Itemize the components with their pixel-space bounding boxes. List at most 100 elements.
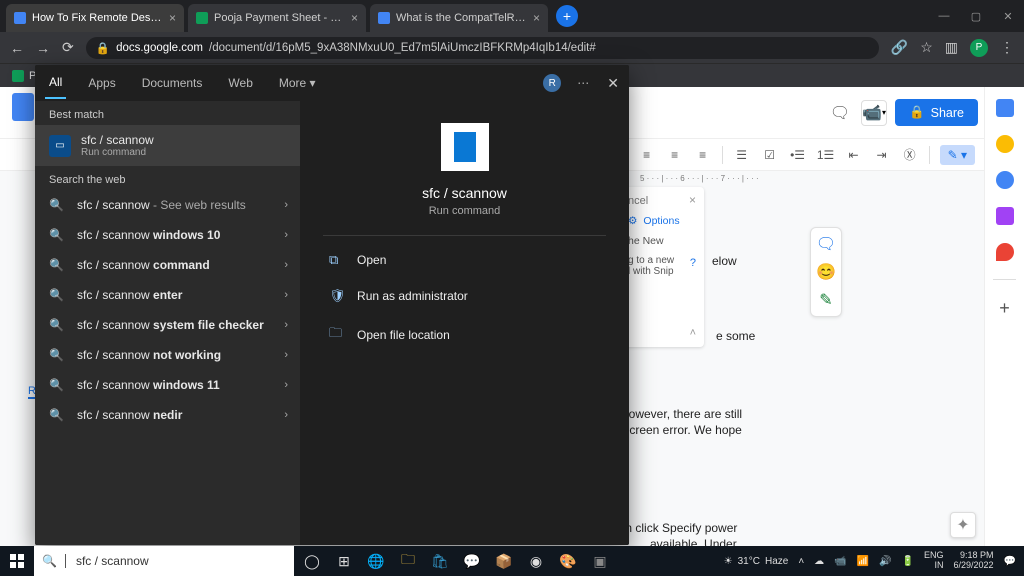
close-tab-icon[interactable]: × xyxy=(169,11,176,25)
web-result[interactable]: 🔍sfc / scannow command› xyxy=(35,250,300,280)
doc-text: l with Snip xyxy=(628,266,696,277)
edge-icon[interactable]: 🌐 xyxy=(362,546,390,576)
web-result[interactable]: 🔍sfc / scannow system file checker› xyxy=(35,310,300,340)
app-icon[interactable]: ▣ xyxy=(586,546,614,576)
shield-icon: 🛡 xyxy=(329,288,345,304)
maximize-icon[interactable]: ▢ xyxy=(960,0,992,32)
search-tab-apps[interactable]: Apps xyxy=(84,68,119,98)
explorer-icon[interactable]: 🗀 xyxy=(394,546,422,576)
weather-widget[interactable]: ☀ 31°C Haze xyxy=(724,556,789,567)
tray-chevron-icon[interactable]: ˄ xyxy=(798,556,804,567)
add-addon-icon[interactable]: + xyxy=(999,298,1010,319)
contacts-icon[interactable] xyxy=(996,207,1014,225)
close-tab-icon[interactable]: × xyxy=(351,11,358,25)
paint-icon[interactable]: 🎨 xyxy=(554,546,582,576)
onedrive-icon[interactable]: ☁ xyxy=(814,556,824,567)
browser-tab[interactable]: Pooja Payment Sheet - Google Sh × xyxy=(188,4,366,32)
cortana-icon[interactable]: ◯ xyxy=(298,546,326,576)
close-icon[interactable]: × xyxy=(689,193,696,207)
chrome-icon[interactable]: ◉ xyxy=(522,546,550,576)
web-result[interactable]: 🔍sfc / scannow windows 10› xyxy=(35,220,300,250)
suggest-edit-icon[interactable]: ✎ xyxy=(819,290,832,310)
add-comment-icon[interactable]: 🗨 xyxy=(816,234,836,254)
search-tab-all[interactable]: All xyxy=(45,67,66,99)
keep-icon[interactable] xyxy=(996,135,1014,153)
doc-text: e some xyxy=(716,327,755,345)
search-icon: 🔍 xyxy=(42,554,57,568)
search-tab-documents[interactable]: Documents xyxy=(138,68,207,98)
office-icon[interactable]: 📦 xyxy=(490,546,518,576)
task-view-icon[interactable]: ⊞ xyxy=(330,546,358,576)
battery-icon[interactable]: 🔋 xyxy=(902,556,914,567)
language-indicator[interactable]: ENG IN xyxy=(924,551,944,571)
minimize-icon[interactable]: — xyxy=(928,0,960,32)
taskbar-search-box[interactable]: 🔍 sfc / scannow xyxy=(34,546,294,576)
kebab-menu-icon[interactable]: ⋮ xyxy=(1000,39,1014,56)
numbered-list-icon[interactable]: 1☰ xyxy=(817,148,835,162)
search-icon: 🔍 xyxy=(49,378,67,392)
emoji-reaction-icon[interactable]: 😊 xyxy=(816,262,836,282)
address-bar[interactable]: 🔒 docs.google.com/document/d/16pM5_9xA38… xyxy=(86,37,879,59)
checklist-icon[interactable]: ☑ xyxy=(761,148,779,162)
web-result[interactable]: 🔍sfc / scannow windows 11› xyxy=(35,370,300,400)
editing-mode-pill[interactable]: ✎ ▾ xyxy=(940,145,975,165)
new-tab-button[interactable]: + xyxy=(556,5,578,27)
search-tab-web[interactable]: Web xyxy=(224,68,256,98)
share-button[interactable]: 🔒Share xyxy=(895,99,978,126)
comment-history-icon[interactable]: 🗨 xyxy=(827,100,853,126)
bookmark-star-icon[interactable]: ☆ xyxy=(920,39,933,56)
explore-button[interactable]: ✦ xyxy=(950,512,976,538)
align-center-icon[interactable]: ≡ xyxy=(638,148,656,162)
browser-tab[interactable]: How To Fix Remote Desktop Blac × xyxy=(6,4,184,32)
doc-text: elow xyxy=(712,252,737,270)
back-icon[interactable]: ← xyxy=(10,40,24,56)
close-tab-icon[interactable]: × xyxy=(533,11,540,25)
action-run-admin[interactable]: 🛡Run as administrator xyxy=(323,278,606,314)
doc-text: he New xyxy=(628,235,696,247)
extensions-icon[interactable]: ▥ xyxy=(945,39,958,56)
clock[interactable]: 9:18 PM 6/29/2022 xyxy=(954,551,994,571)
search-preview-pane: sfc / scannow Run command ⧉Open 🛡Run as … xyxy=(300,101,629,545)
align-justify-icon[interactable]: ≡ xyxy=(694,148,712,162)
profile-avatar[interactable]: P xyxy=(970,39,988,57)
more-options-icon[interactable]: ⋯ xyxy=(577,76,591,90)
indent-icon[interactable]: ⇥ xyxy=(873,148,891,162)
forward-icon[interactable]: → xyxy=(36,40,50,56)
maps-icon[interactable] xyxy=(996,243,1014,261)
align-right-icon[interactable]: ≡ xyxy=(666,148,684,162)
notifications-icon[interactable]: 💬 xyxy=(1004,556,1016,567)
web-result[interactable]: 🔍sfc / scannow - See web results› xyxy=(35,190,300,220)
web-result[interactable]: 🔍sfc / scannow not working› xyxy=(35,340,300,370)
outdent-icon[interactable]: ⇤ xyxy=(845,148,863,162)
action-open[interactable]: ⧉Open xyxy=(323,242,606,278)
reload-icon[interactable]: ⟳ xyxy=(62,39,74,56)
options-row[interactable]: ⚙Options xyxy=(628,215,696,227)
close-window-icon[interactable]: ✕ xyxy=(992,0,1024,32)
action-open-location[interactable]: 🗀Open file location xyxy=(323,314,606,356)
web-result[interactable]: 🔍sfc / scannow nedir› xyxy=(35,400,300,430)
volume-icon[interactable]: 🔊 xyxy=(879,556,891,567)
clear-formatting-icon[interactable]: Ⓧ xyxy=(901,148,919,162)
wifi-icon[interactable]: 📶 xyxy=(857,556,869,567)
store-icon[interactable]: 🛍 xyxy=(426,546,454,576)
share-icon[interactable]: 🔗 xyxy=(891,39,908,56)
chevron-up-icon[interactable]: ˄ xyxy=(690,327,696,339)
line-spacing-icon[interactable]: ☰ xyxy=(733,148,751,162)
meet-icon[interactable]: 📹▾ xyxy=(861,100,887,126)
tasks-icon[interactable] xyxy=(996,171,1014,189)
favicon-icon xyxy=(378,12,390,24)
search-profile-badge[interactable]: R xyxy=(543,74,561,92)
close-search-icon[interactable]: ✕ xyxy=(607,75,619,92)
help-icon[interactable]: ? xyxy=(690,257,696,269)
docs-logo-icon[interactable] xyxy=(12,93,34,121)
share-label: Share xyxy=(931,106,964,120)
meet-now-icon[interactable]: 📹 xyxy=(834,556,846,567)
calendar-icon[interactable] xyxy=(996,99,1014,117)
web-result[interactable]: 🔍sfc / scannow enter› xyxy=(35,280,300,310)
bulleted-list-icon[interactable]: •☰ xyxy=(789,148,807,162)
browser-tab[interactable]: What is the CompatTelRunner - G × xyxy=(370,4,548,32)
skype-icon[interactable]: 💬 xyxy=(458,546,486,576)
best-match-result[interactable]: ▭ sfc / scannow Run command xyxy=(35,125,300,166)
search-tab-more[interactable]: More ▾ xyxy=(275,68,320,98)
start-button[interactable] xyxy=(0,546,34,576)
